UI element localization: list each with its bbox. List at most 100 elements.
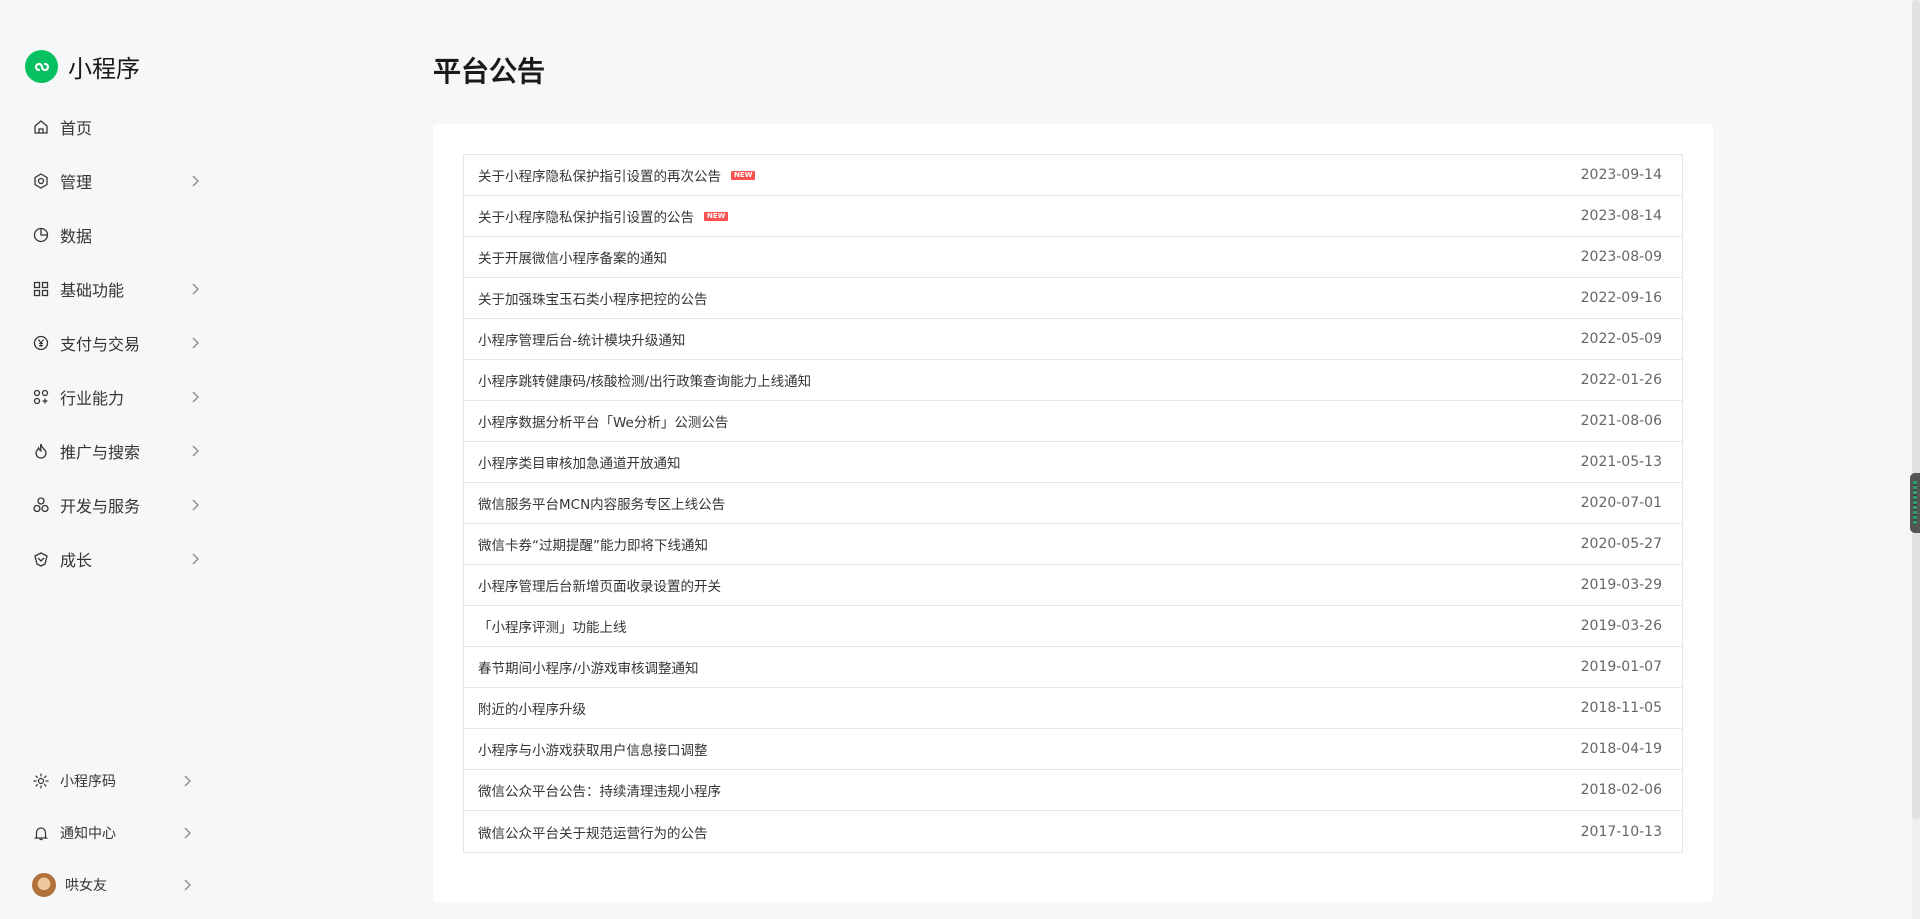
- flame-icon: [32, 442, 50, 460]
- nav-item-growth[interactable]: 成长: [32, 547, 202, 571]
- miniprogram-logo-icon: [25, 50, 58, 83]
- page-title: 平台公告: [433, 55, 546, 88]
- announcement-title[interactable]: 小程序管理后台新增页面收录设置的开关: [478, 575, 721, 595]
- announcement-row[interactable]: 小程序管理后台新增页面收录设置的开关 2019-03-29: [464, 565, 1682, 606]
- announcement-list: 关于小程序隐私保护指引设置的再次公告 NEW 2023-09-14 关于小程序隐私保护…: [463, 154, 1683, 853]
- announcement-date: 2023-09-14: [1580, 167, 1662, 183]
- nav-item-dev-service[interactable]: 开发与服务: [32, 493, 202, 517]
- announcement-row[interactable]: 关于加强珠宝玉石类小程序把控的公告 2022-09-16: [464, 278, 1682, 319]
- announcement-title[interactable]: 关于小程序隐私保护指引设置的公告 NEW: [478, 206, 729, 226]
- announcement-title[interactable]: 小程序跳转健康码/核酸检测/出行政策查询能力上线通知: [478, 370, 811, 390]
- settings-icon: [32, 172, 50, 190]
- announcement-title[interactable]: 微信公众平台关于规范运营行为的公告: [478, 822, 708, 842]
- chevron-right-icon: [184, 775, 191, 787]
- nav-label: 管理: [60, 173, 93, 192]
- announcement-title-text: 微信卡券“过期提醒”能力即将下线通知: [478, 538, 708, 554]
- chevron-right-icon: [184, 827, 191, 839]
- scrollbar[interactable]: [1912, 0, 1920, 919]
- announcement-date: 2017-10-13: [1580, 823, 1662, 840]
- announcement-row[interactable]: 关于小程序隐私保护指引设置的公告 NEW 2023-08-14: [464, 196, 1682, 237]
- announcement-row[interactable]: 小程序跳转健康码/核酸检测/出行政策查询能力上线通知 2022-01-26: [464, 360, 1682, 401]
- announcement-row[interactable]: 小程序与小游戏获取用户信息接口调整 2018-04-19: [464, 729, 1682, 770]
- nav-item-manage[interactable]: 管理: [32, 169, 202, 193]
- announcement-title-text: 「小程序评测」功能上线: [478, 620, 627, 636]
- announcement-row[interactable]: 小程序数据分析平台「We分析」公测公告 2021-08-06: [464, 401, 1682, 442]
- announcement-title[interactable]: 小程序类目审核加急通道开放通知: [478, 452, 681, 472]
- announcement-title[interactable]: 「小程序评测」功能上线: [478, 616, 627, 636]
- announcement-title-text: 小程序与小游戏获取用户信息接口调整: [478, 743, 708, 759]
- announcement-title[interactable]: 小程序管理后台-统计模块升级通知: [478, 329, 685, 349]
- announcement-row[interactable]: 微信公众平台关于规范运营行为的公告 2017-10-13: [464, 811, 1682, 852]
- nav-item-promotion[interactable]: 推广与搜索: [32, 439, 202, 463]
- chevron-right-icon: [192, 499, 199, 511]
- announcement-row[interactable]: 关于开展微信小程序备案的通知 2023-08-09: [464, 237, 1682, 278]
- announcement-row[interactable]: 「小程序评测」功能上线 2019-03-26: [464, 606, 1682, 647]
- bottom-item-account[interactable]: 哄女友: [32, 873, 194, 897]
- announcement-row[interactable]: 附近的小程序升级 2018-11-05: [464, 688, 1682, 729]
- announcement-title[interactable]: 附近的小程序升级: [478, 698, 586, 718]
- nav-item-data[interactable]: 数据: [32, 223, 202, 247]
- announcement-date: 2022-01-26: [1580, 372, 1662, 388]
- pie-chart-icon: [32, 226, 50, 244]
- home-icon: [32, 118, 50, 136]
- announcement-title-text: 关于小程序隐私保护指引设置的再次公告: [478, 169, 721, 185]
- sidebar: 小程序 首页 管理 数据 基础功能 支付与交易 行业能力 推广与搜索 开发与服务…: [0, 0, 220, 919]
- industry-icon: [32, 388, 50, 406]
- announcement-title-text: 小程序管理后台新增页面收录设置的开关: [478, 579, 721, 595]
- announcement-title[interactable]: 微信公众平台公告：持续清理违规小程序: [478, 780, 721, 800]
- chevron-right-icon: [192, 445, 199, 457]
- announcement-title[interactable]: 春节期间小程序/小游戏审核调整通知: [478, 657, 699, 677]
- announcement-date: 2018-04-19: [1580, 741, 1662, 757]
- announcement-title[interactable]: 微信服务平台MCN内容服务专区上线公告: [478, 493, 725, 513]
- nav-label: 行业能力: [60, 389, 125, 408]
- announcement-title[interactable]: 小程序数据分析平台「We分析」公测公告: [478, 411, 728, 431]
- announcement-card: 关于小程序隐私保护指引设置的再次公告 NEW 2023-09-14 关于小程序隐私保护…: [433, 124, 1713, 902]
- announcement-row[interactable]: 微信卡券“过期提醒”能力即将下线通知 2020-05-27: [464, 524, 1682, 565]
- announcement-title-text: 关于开展微信小程序备案的通知: [478, 251, 667, 267]
- announcement-title-text: 小程序跳转健康码/核酸检测/出行政策查询能力上线通知: [478, 374, 812, 390]
- announcement-row[interactable]: 关于小程序隐私保护指引设置的再次公告 NEW 2023-09-14: [464, 155, 1682, 196]
- chevron-right-icon: [192, 391, 199, 403]
- announcement-row[interactable]: 微信服务平台MCN内容服务专区上线公告 2020-07-01: [464, 483, 1682, 524]
- announcement-date: 2019-03-29: [1580, 577, 1662, 593]
- announcement-title[interactable]: 微信卡券“过期提醒”能力即将下线通知: [478, 534, 708, 554]
- scrollbar-thumb[interactable]: [1912, 0, 1920, 820]
- announcement-date: 2018-11-05: [1580, 700, 1662, 716]
- announcement-date: 2019-01-07: [1580, 659, 1662, 675]
- bottom-label: 小程序码: [60, 774, 116, 790]
- side-widget-handle[interactable]: [1910, 473, 1920, 533]
- announcement-row[interactable]: 微信公众平台公告：持续清理违规小程序 2018-02-06: [464, 770, 1682, 811]
- announcement-title[interactable]: 小程序与小游戏获取用户信息接口调整: [478, 739, 708, 759]
- nav-item-payment[interactable]: 支付与交易: [32, 331, 202, 355]
- nav-item-basic-features[interactable]: 基础功能: [32, 277, 202, 301]
- bottom-item-qrcode[interactable]: 小程序码: [32, 769, 194, 793]
- nav-label: 首页: [60, 119, 93, 138]
- announcement-title[interactable]: 关于开展微信小程序备案的通知: [478, 247, 667, 267]
- cluster-icon: [32, 496, 50, 514]
- brand[interactable]: 小程序: [25, 49, 140, 84]
- announcement-date: 2020-07-01: [1580, 495, 1662, 511]
- announcement-row[interactable]: 小程序类目审核加急通道开放通知 2021-05-13: [464, 442, 1682, 483]
- announcement-title-text: 关于小程序隐私保护指引设置的公告: [478, 210, 694, 226]
- nav-item-industry[interactable]: 行业能力: [32, 385, 202, 409]
- announcement-title-text: 春节期间小程序/小游戏审核调整通知: [478, 661, 699, 677]
- bottom-item-notification[interactable]: 通知中心: [32, 821, 194, 845]
- yuan-icon: [32, 334, 50, 352]
- nav-label: 数据: [60, 227, 93, 246]
- chevron-right-icon: [184, 879, 191, 891]
- qrcode-sun-icon: [32, 772, 50, 790]
- chevron-right-icon: [192, 337, 199, 349]
- nav-label: 开发与服务: [60, 497, 141, 516]
- nav-item-home[interactable]: 首页: [32, 115, 202, 139]
- announcement-date: 2022-09-16: [1580, 290, 1662, 306]
- announcement-title-text: 小程序类目审核加急通道开放通知: [478, 456, 681, 472]
- announcement-date: 2022-05-09: [1580, 331, 1662, 347]
- announcement-row[interactable]: 春节期间小程序/小游戏审核调整通知 2019-01-07: [464, 647, 1682, 688]
- new-badge: NEW: [731, 170, 756, 180]
- grid-icon: [32, 280, 50, 298]
- announcement-title[interactable]: 关于加强珠宝玉石类小程序把控的公告: [478, 288, 708, 308]
- announcement-title[interactable]: 关于小程序隐私保护指引设置的再次公告 NEW: [478, 165, 756, 185]
- announcement-row[interactable]: 小程序管理后台-统计模块升级通知 2022-05-09: [464, 319, 1682, 360]
- announcement-title-text: 微信公众平台公告：持续清理违规小程序: [478, 784, 721, 800]
- chevron-right-icon: [192, 283, 199, 295]
